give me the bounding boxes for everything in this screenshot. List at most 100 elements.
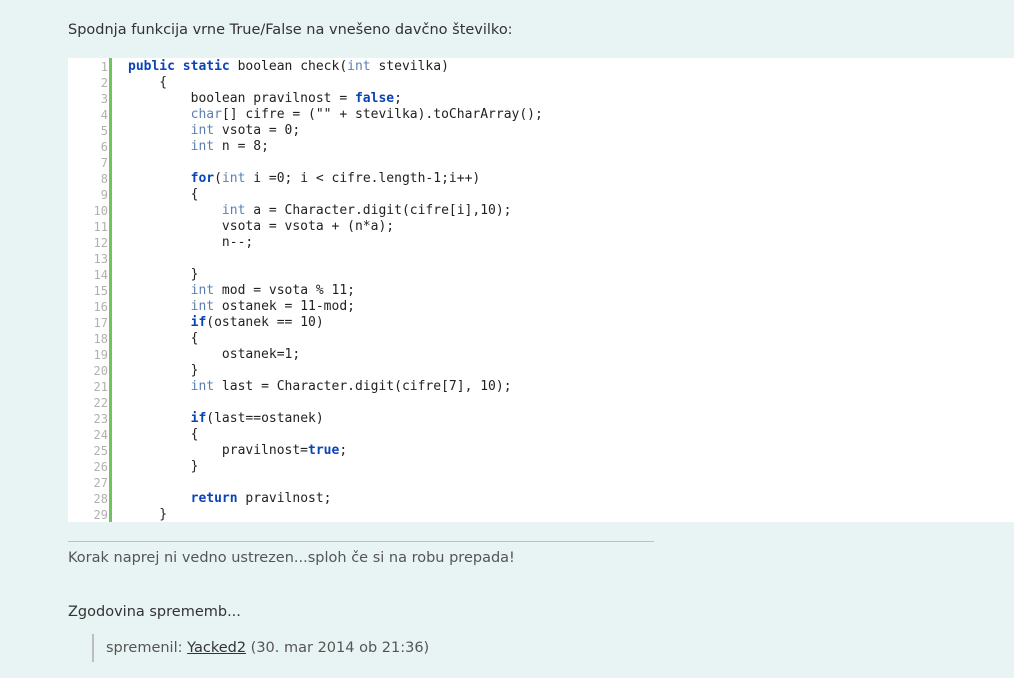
post-intro-text: Spodnja funkcija vrne True/False na vneš… bbox=[68, 22, 513, 38]
line-number: 1 bbox=[100, 60, 108, 74]
code-line: ostanek=1; bbox=[128, 347, 543, 363]
code-line: char[] cifre = ("" + stevilka).toCharArr… bbox=[128, 107, 543, 123]
code-text: n--; bbox=[128, 235, 254, 250]
line-number: 23 bbox=[93, 412, 108, 426]
code-keyword: true bbox=[308, 443, 340, 458]
code-line: { bbox=[128, 427, 543, 443]
line-number: 15 bbox=[93, 284, 108, 298]
code-text: { bbox=[128, 427, 199, 442]
line-number: 2 bbox=[100, 76, 108, 90]
code-text: i =0; i < cifre.length-1;i++) bbox=[245, 171, 481, 186]
code-type: int bbox=[190, 299, 215, 314]
code-type: int bbox=[347, 59, 371, 74]
code-line: { bbox=[128, 187, 543, 203]
line-number: 28 bbox=[93, 492, 108, 506]
code-text: { bbox=[128, 331, 199, 346]
signature-text: Korak naprej ni vedno ustrezen...sploh č… bbox=[68, 550, 515, 566]
code-type: int bbox=[221, 203, 246, 218]
code-text: vsota = 0; bbox=[214, 123, 301, 138]
code-text: (last==ostanek) bbox=[206, 411, 324, 426]
line-number: 21 bbox=[93, 380, 108, 394]
code-keyword: for bbox=[190, 171, 215, 186]
line-number: 7 bbox=[100, 156, 108, 170]
line-number: 8 bbox=[100, 172, 108, 186]
code-block: 1 2 3 4 5 6 7 8 9 10 11 12 13 14 15 16 17 18 19 20 21 22 23 24 2… bbox=[68, 58, 1014, 522]
history-entry-date: (30. mar 2014 ob 21:36) bbox=[246, 640, 430, 656]
code-line: int vsota = 0; bbox=[128, 123, 543, 139]
line-number: 17 bbox=[93, 316, 108, 330]
history-user-link[interactable]: Yacked2 bbox=[187, 640, 246, 656]
line-number: 25 bbox=[93, 444, 108, 458]
line-number: 16 bbox=[93, 300, 108, 314]
line-number: 26 bbox=[93, 460, 108, 474]
line-number: 11 bbox=[93, 220, 108, 234]
line-number: 29 bbox=[93, 508, 108, 522]
code-type: int bbox=[190, 139, 215, 154]
code-text: mod = vsota % 11; bbox=[214, 283, 355, 298]
code-text: ; bbox=[394, 91, 402, 106]
line-number: 24 bbox=[93, 428, 108, 442]
code-line: if(last==ostanek) bbox=[128, 411, 543, 427]
code-text: vsota = vsota + (n*a); bbox=[128, 219, 395, 234]
code-text: ostanek = 11-mod; bbox=[214, 299, 355, 314]
history-entry-prefix: spremenil: bbox=[106, 640, 188, 656]
code-line: } bbox=[128, 459, 543, 475]
code-text: } bbox=[128, 459, 199, 474]
signature-divider bbox=[68, 541, 654, 542]
code-line: int n = 8; bbox=[128, 139, 543, 155]
line-number: 13 bbox=[93, 252, 108, 266]
code-line: return pravilnost; bbox=[128, 491, 543, 507]
code-text: stevilka) bbox=[370, 59, 449, 74]
code-text: pravilnost; bbox=[237, 491, 332, 506]
code-keyword: if bbox=[190, 315, 207, 330]
code-text: } bbox=[128, 507, 168, 522]
code-line: } bbox=[128, 363, 543, 379]
code-text: [] cifre = ("" + stevilka).toCharArray()… bbox=[221, 107, 543, 122]
code-text: last = Character.digit(cifre[7], 10); bbox=[214, 379, 512, 394]
line-number: 22 bbox=[93, 396, 108, 410]
code-text: boolean pravilnost = bbox=[128, 91, 355, 106]
code-line: int a = Character.digit(cifre[i],10); bbox=[128, 203, 543, 219]
code-text: a = Character.digit(cifre[i],10); bbox=[245, 203, 512, 218]
code-line: n--; bbox=[128, 235, 543, 251]
line-number: 14 bbox=[93, 268, 108, 282]
code-line: boolean pravilnost = false; bbox=[128, 91, 543, 107]
code-line: vsota = vsota + (n*a); bbox=[128, 219, 543, 235]
code-text: pravilnost= bbox=[128, 443, 309, 458]
code-line: int mod = vsota % 11; bbox=[128, 283, 543, 299]
line-number: 5 bbox=[100, 124, 108, 138]
code-text: } bbox=[128, 363, 199, 378]
code-line: public static boolean check(int stevilka… bbox=[128, 59, 543, 75]
line-number: 9 bbox=[100, 188, 108, 202]
line-number: 3 bbox=[100, 92, 108, 106]
code-type: int bbox=[190, 379, 215, 394]
history-title[interactable]: Zgodovina sprememb... bbox=[68, 604, 241, 620]
code-text: ostanek=1; bbox=[128, 347, 301, 362]
code-line: { bbox=[128, 331, 543, 347]
code-keyword: public static bbox=[128, 59, 230, 74]
code-line: } bbox=[128, 507, 543, 522]
code-type: int bbox=[221, 171, 246, 186]
code-line: pravilnost=true; bbox=[128, 443, 543, 459]
history-entry: spremenil: Yacked2 (30. mar 2014 ob 21:3… bbox=[92, 634, 429, 662]
line-number: 10 bbox=[93, 204, 108, 218]
code-line: for(int i =0; i < cifre.length-1;i++) bbox=[128, 171, 543, 187]
code-text: (ostanek == 10) bbox=[206, 315, 324, 330]
code-line: } bbox=[128, 267, 543, 283]
code-line: if(ostanek == 10) bbox=[128, 315, 543, 331]
code-type: char bbox=[190, 107, 222, 122]
